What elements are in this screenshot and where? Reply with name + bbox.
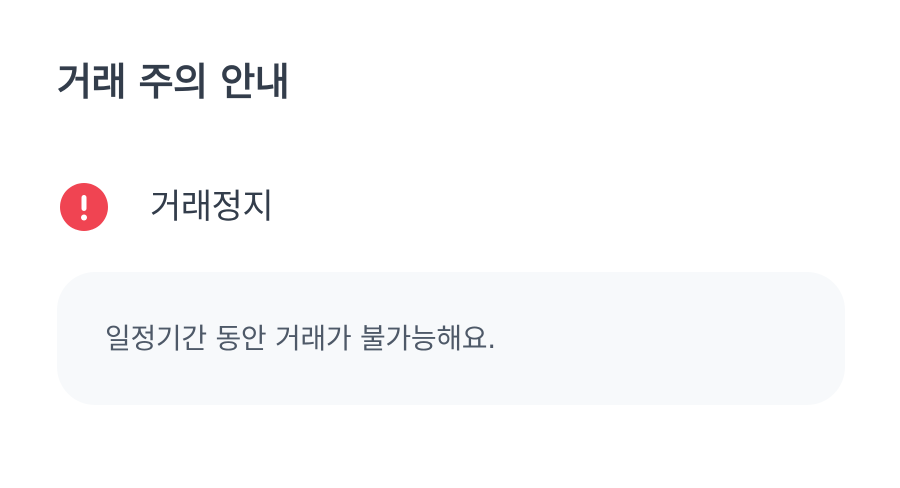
trading-status-row: 거래정지	[60, 182, 274, 232]
page-title: 거래 주의 안내	[57, 60, 290, 104]
notice-box: 일정기간 동안 거래가 불가능해요.	[57, 272, 845, 405]
notice-text: 일정기간 동안 거래가 불가능해요.	[105, 321, 496, 355]
exclamation-circle-icon	[60, 183, 108, 231]
status-label: 거래정지	[150, 187, 274, 227]
